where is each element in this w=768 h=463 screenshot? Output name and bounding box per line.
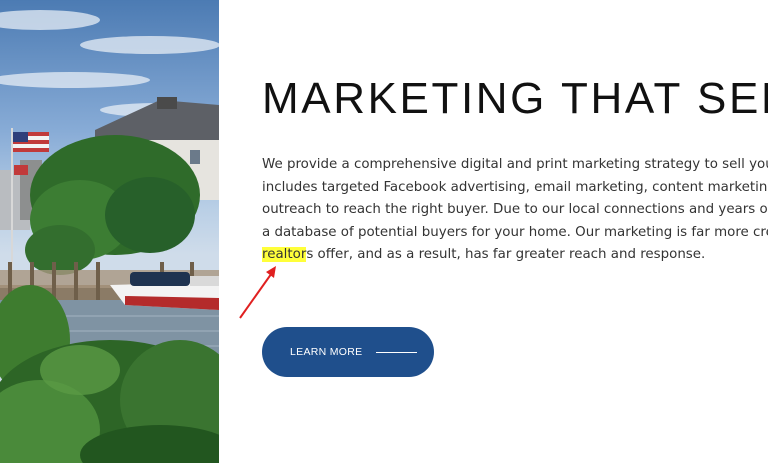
description-line: outreach to reach the right buyer. Due t…: [262, 202, 768, 217]
tree: [25, 135, 200, 275]
description-line-last: realtors offer, and as a result, has far…: [262, 244, 768, 267]
highlighted-word: realtor: [262, 247, 307, 262]
description-line-rest: s offer, and as a result, has far greate…: [306, 247, 706, 262]
description-line: We provide a comprehensive digital and p…: [262, 157, 768, 172]
description-line: a database of potential buyers for your …: [262, 224, 768, 240]
hero-description: We provide a comprehensive digital and p…: [262, 154, 768, 267]
clouds: [0, 10, 219, 117]
hero-title: MARKETING THAT SELLS: [262, 74, 768, 123]
harbor-photo: [0, 0, 219, 463]
learn-more-button[interactable]: LEARN MORE: [262, 327, 434, 377]
description-line: includes targeted Facebook advertising, …: [262, 179, 768, 195]
annotation-arrow-icon: [239, 266, 276, 319]
learn-more-label: LEARN MORE: [290, 346, 363, 358]
harbor-photo-illustration: [0, 10, 219, 463]
hero-section: MARKETING THAT SELLS We provide a compre…: [262, 0, 768, 463]
arrow-line-icon: [376, 351, 418, 353]
